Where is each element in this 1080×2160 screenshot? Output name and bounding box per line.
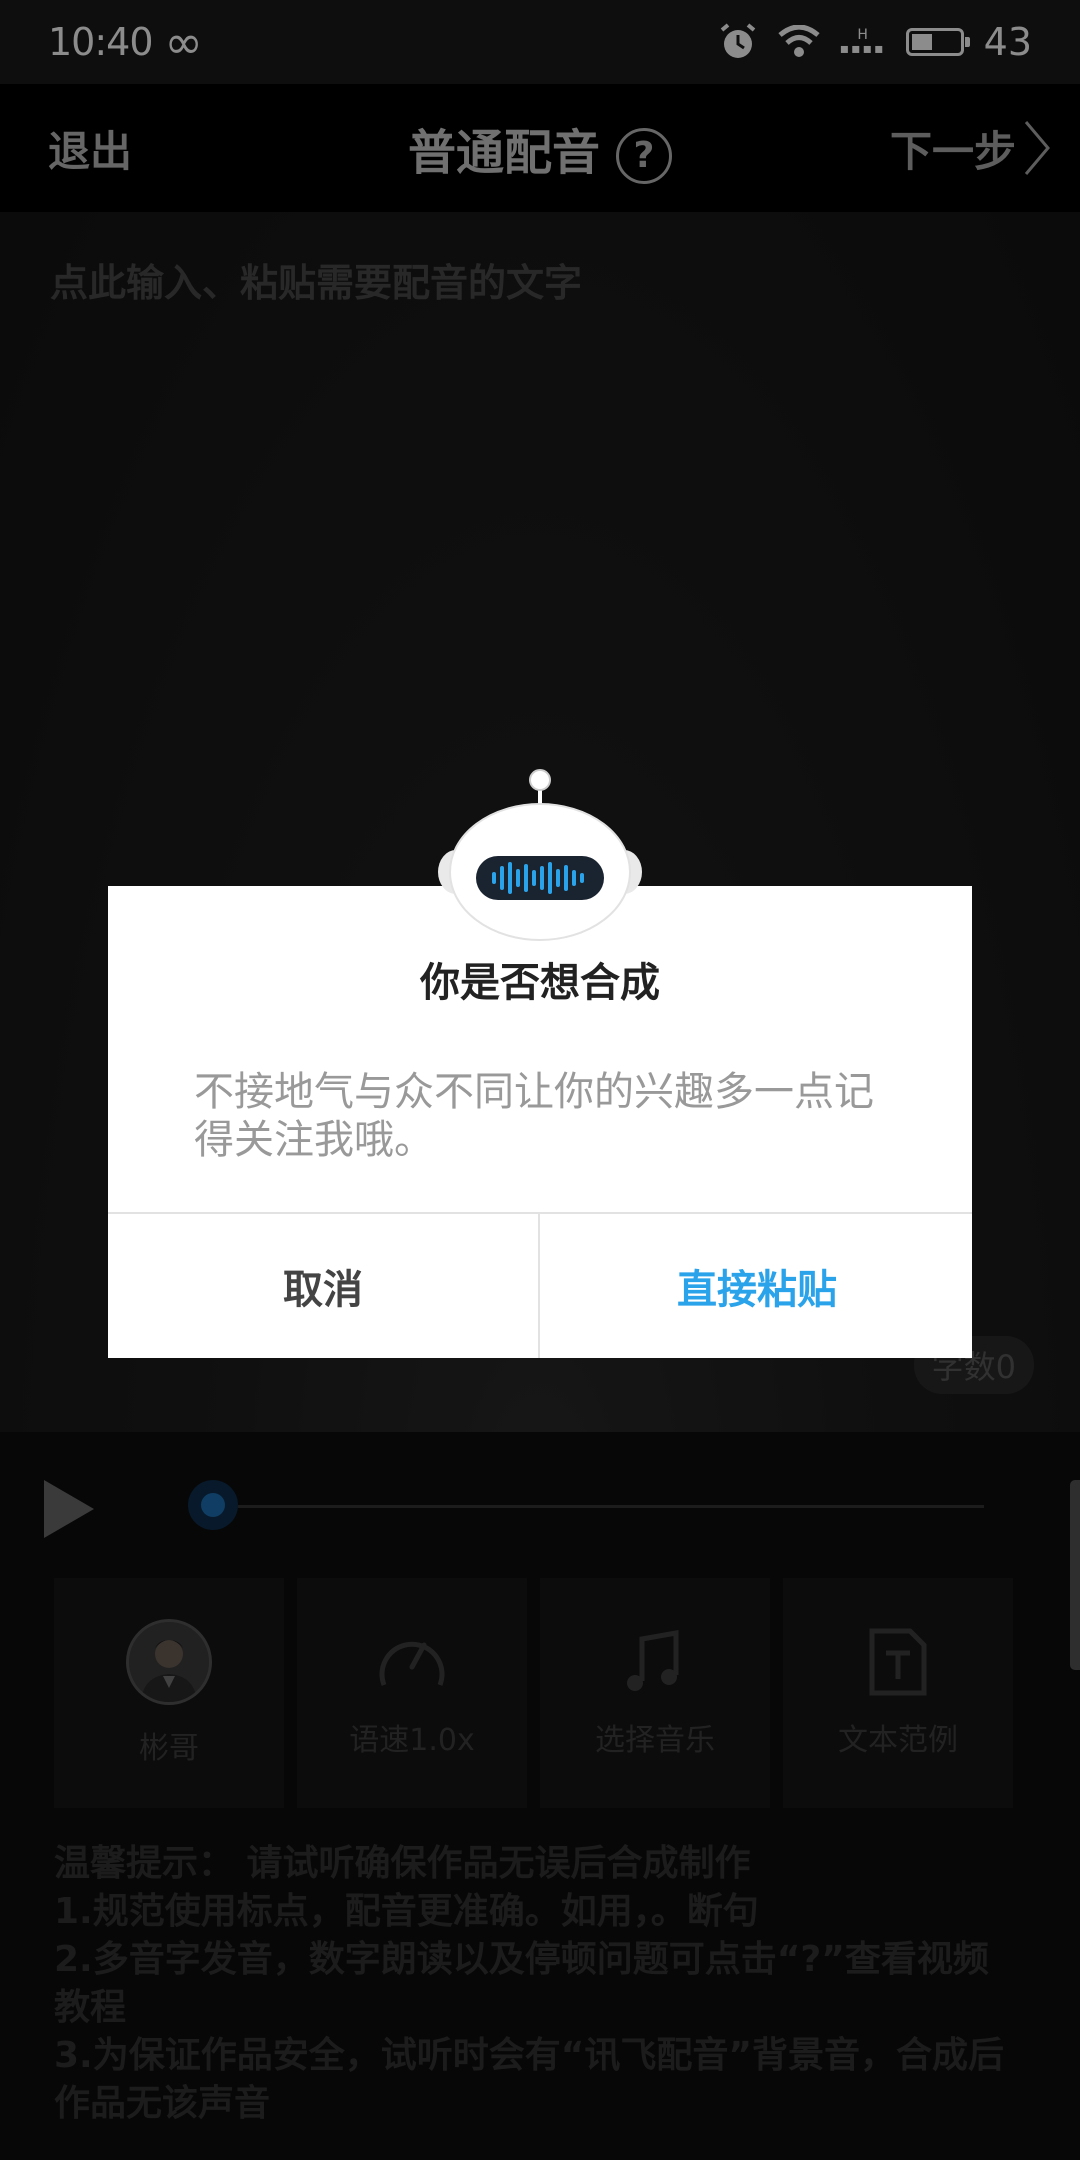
dialog-title: 你是否想合成 <box>420 960 660 1006</box>
robot-mascot-icon <box>438 769 642 941</box>
cancel-button[interactable]: 取消 <box>108 1214 538 1358</box>
paste-button[interactable]: 直接粘贴 <box>542 1214 972 1358</box>
dialog-button-divider <box>538 1214 540 1358</box>
dialog-message: 不接地气与众不同让你的兴趣多一点记得关注我哦。 <box>194 1069 874 1163</box>
confirm-dialog: 你是否想合成 不接地气与众不同让你的兴趣多一点记得关注我哦。 取消 直接粘贴 <box>108 886 972 1358</box>
